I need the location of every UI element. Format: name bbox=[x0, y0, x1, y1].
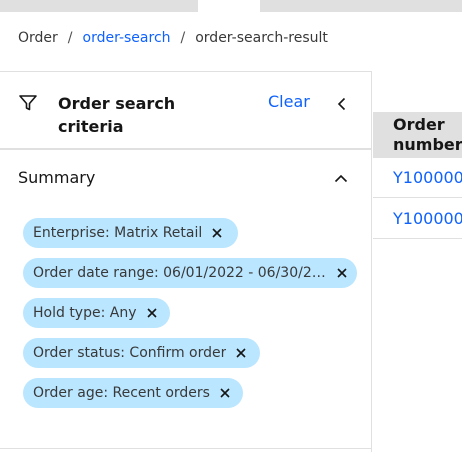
filter-tag: Order date range: 06/01/2022 - 06/30/202… bbox=[23, 258, 357, 288]
chevron-up-icon[interactable] bbox=[333, 171, 349, 187]
filter-tag-label: Hold type: Any bbox=[33, 305, 137, 321]
active-tab[interactable] bbox=[198, 0, 260, 12]
order-number-link[interactable]: Y100000 bbox=[373, 199, 462, 239]
close-icon[interactable] bbox=[232, 344, 250, 362]
filter-tag: Hold type: Any bbox=[23, 298, 170, 328]
breadcrumb-separator: / bbox=[180, 30, 186, 46]
breadcrumb-current: order-search-result bbox=[195, 30, 328, 46]
filter-tag: Order status: Confirm order bbox=[23, 338, 260, 368]
clear-button[interactable]: Clear bbox=[268, 92, 310, 111]
search-criteria-panel: Order search criteria Clear Summary Ente… bbox=[0, 71, 372, 452]
summary-accordion-header[interactable]: Summary bbox=[0, 152, 371, 200]
summary-label: Summary bbox=[18, 168, 96, 187]
divider bbox=[0, 448, 371, 449]
panel-header: Order search criteria Clear bbox=[0, 72, 371, 150]
column-header-order-number[interactable]: Order number bbox=[373, 112, 462, 158]
close-icon[interactable] bbox=[216, 384, 234, 402]
filter-tag-label: Order status: Confirm order bbox=[33, 345, 227, 361]
filter-tags: Enterprise: Matrix Retail Order date ran… bbox=[23, 218, 368, 418]
results-table: Order number Y100000 Y100000 bbox=[373, 71, 462, 452]
close-icon[interactable] bbox=[333, 264, 351, 282]
filter-tag-label: Enterprise: Matrix Retail bbox=[33, 225, 203, 241]
chevron-left-icon[interactable] bbox=[334, 96, 350, 112]
breadcrumb-link-order-search[interactable]: order-search bbox=[83, 30, 171, 46]
tab-strip bbox=[0, 0, 462, 12]
filter-tag: Enterprise: Matrix Retail bbox=[23, 218, 238, 248]
breadcrumb-item-order[interactable]: Order bbox=[18, 30, 58, 46]
close-icon[interactable] bbox=[143, 304, 161, 322]
filter-tag-label: Order date range: 06/01/2022 - 06/30/202… bbox=[33, 265, 327, 281]
breadcrumb-separator: / bbox=[67, 30, 73, 46]
panel-title: Order search criteria bbox=[58, 94, 176, 136]
close-icon[interactable] bbox=[208, 224, 226, 242]
order-number-link[interactable]: Y100000 bbox=[373, 158, 462, 198]
breadcrumb: Order / order-search / order-search-resu… bbox=[18, 28, 328, 48]
filter-tag-label: Order age: Recent orders bbox=[33, 385, 210, 401]
filter-tag: Order age: Recent orders bbox=[23, 378, 243, 408]
filter-icon bbox=[19, 95, 37, 111]
